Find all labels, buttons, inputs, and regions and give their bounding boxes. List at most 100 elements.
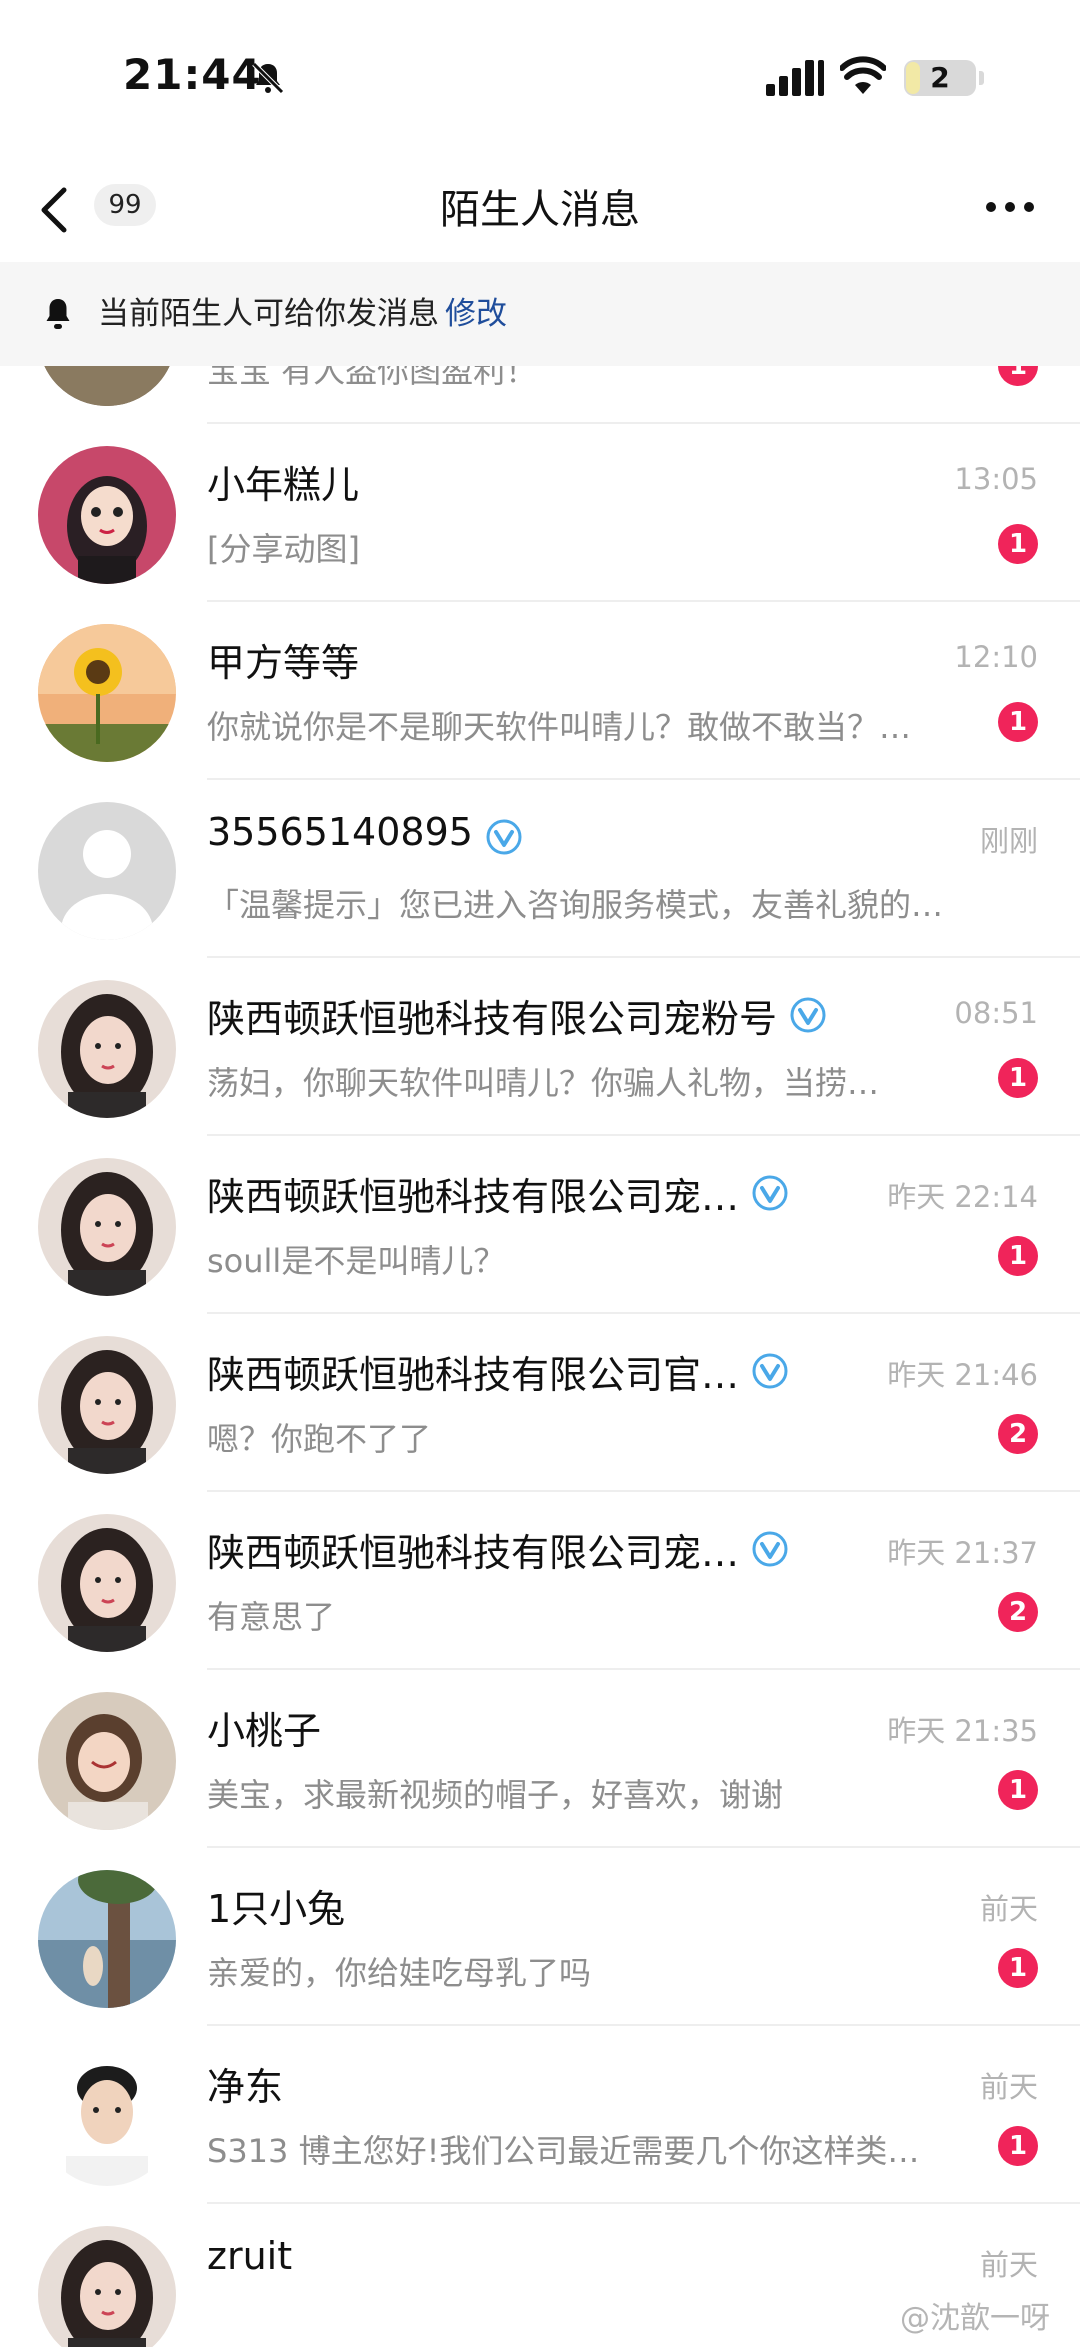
sunflower-avatar[interactable] (38, 624, 176, 762)
conversation-row[interactable]: 净东 前天 S313 博主您好!我们公司最近需要几个你这样类… 1 (0, 2028, 1080, 2204)
row-divider (207, 1134, 1080, 1136)
verified-icon (789, 996, 827, 1034)
conversation-preview: 荡妇，你聊天软件叫晴儿？你骗人礼物，当捞… (207, 1064, 880, 1102)
unread-badge: 1 (998, 1236, 1038, 1276)
unread-badge: 1 (998, 366, 1038, 386)
wifi-icon (840, 56, 886, 94)
unread-badge: 2 (998, 1414, 1038, 1454)
conversation-row[interactable]: 陕西顿跃恒驰科技有限公司宠… 昨天 21:37 有意思了 2 (0, 1494, 1080, 1670)
woman-photo-avatar[interactable] (38, 1336, 176, 1474)
conversation-name: 甲方等等 (207, 641, 360, 685)
watermark: @沈歆一呀 (900, 2301, 1050, 2336)
conversation-name: 1只小兔 (207, 1887, 346, 1931)
girl-photo-avatar[interactable] (38, 1692, 176, 1830)
conversation-time: 12:10 (954, 640, 1038, 674)
verified-icon (751, 1352, 789, 1390)
conversation-time: 昨天 21:35 (887, 1714, 1038, 1748)
unread-badge: 1 (998, 2126, 1038, 2166)
back-chevron-icon[interactable] (36, 186, 76, 234)
conversation-preview: [分享动图] (207, 530, 360, 568)
status-time: 21:44 (123, 50, 262, 99)
conversation-name: 35565140895 (207, 810, 473, 854)
lake-photo-avatar[interactable] (38, 1870, 176, 2008)
conversation-preview: 你就说你是不是聊天软件叫晴儿？敢做不敢当？… (207, 708, 912, 746)
unread-badge: 1 (998, 702, 1038, 742)
row-divider (207, 422, 1080, 424)
row-divider (207, 1490, 1080, 1492)
conversation-preview: soull是不是叫晴儿？ (207, 1242, 506, 1280)
woman-photo-avatar[interactable] (38, 1514, 176, 1652)
conversation-name: 陕西顿跃恒驰科技有限公司宠… (207, 1531, 740, 1575)
conversation-time: 昨天 21:37 (887, 1536, 1038, 1570)
bell-muted-icon (252, 62, 284, 94)
conversation-row[interactable]: 甲方等等 12:10 你就说你是不是聊天软件叫晴儿？敢做不敢当？… 1 (0, 604, 1080, 780)
conversation-preview: 嗯？你跑不了了 (207, 1420, 432, 1458)
default-user-avatar[interactable] (38, 802, 176, 940)
conversation-preview: 有意思了 (207, 1598, 336, 1636)
verified-icon (751, 1174, 789, 1212)
conversation-name: 净东 (207, 2065, 284, 2109)
row-divider (207, 600, 1080, 602)
stranger-notice-bar: 当前陌生人可给你发消息 修改 (0, 262, 1080, 366)
conversation-preview: 美宝，求最新视频的帽子，好喜欢，谢谢 (207, 1776, 784, 1814)
cartoon-girl-avatar[interactable] (38, 446, 176, 584)
conversation-row[interactable]: 1只小兔 前天亲爱的，你给娃吃母乳了吗 1 (0, 1850, 1080, 2026)
conversation-name: 陕西顿跃恒驰科技有限公司宠… (207, 1175, 740, 1219)
conversation-time: 08:51 (954, 996, 1038, 1030)
unread-badge: 1 (998, 1770, 1038, 1810)
row-divider (207, 1668, 1080, 1670)
row-divider (207, 956, 1080, 958)
conversation-time: 昨天 21:46 (887, 1358, 1038, 1392)
unread-badge: 2 (998, 1592, 1038, 1632)
woman-photo-avatar[interactable] (38, 2226, 176, 2347)
conversation-preview: 宝宝 有人盗你图盈利！ (207, 366, 538, 390)
verified-icon (751, 1530, 789, 1568)
battery-indicator: 2 (904, 60, 984, 96)
more-options-icon[interactable] (986, 202, 1034, 214)
row-divider (207, 1312, 1080, 1314)
row-divider (207, 1846, 1080, 1848)
unread-badge: 1 (998, 1948, 1038, 1988)
conversation-row[interactable]: 陕西顿跃恒驰科技有限公司宠粉号 08:51 荡妇，你聊天软件叫晴儿？你骗人礼物，当捞… (0, 960, 1080, 1136)
conversation-name: 陕西顿跃恒驰科技有限公司宠粉号 (207, 997, 778, 1041)
conversation-time: 前天 (979, 2248, 1038, 2282)
conversation-preview: S313 博主您好!我们公司最近需要几个你这样类… (207, 2132, 920, 2170)
row-divider (207, 778, 1080, 780)
notice-modify-link[interactable]: 修改 (445, 296, 507, 332)
conversation-name: zruit (207, 2234, 293, 2278)
conversation-time: 前天 (979, 2070, 1038, 2104)
conversation-row[interactable]: 陕西顿跃恒驰科技有限公司官… 昨天 21:46 嗯？你跑不了了 2 (0, 1316, 1080, 1492)
conversation-time: 前天 (979, 1892, 1038, 1926)
row-divider (207, 2024, 1080, 2026)
notice-text: 当前陌生人可给你发消息 (98, 296, 439, 332)
dog-photo-avatar[interactable] (38, 366, 176, 406)
page-title: 陌生人消息 (440, 187, 640, 233)
bell-icon (46, 299, 70, 329)
verified-icon (485, 818, 523, 856)
woman-photo-avatar[interactable] (38, 980, 176, 1118)
conversation-time: 昨天 22:14 (887, 1180, 1038, 1214)
conversation-list: 睡觉盖被踹13:58宝宝 有人盗你图盈利！1小年糕儿13:05[分享动图]1甲方… (0, 366, 1080, 2347)
conversation-row[interactable]: 小年糕儿 13:05 [分享动图] 1 (0, 426, 1080, 602)
cellular-signal-icon (766, 60, 824, 96)
row-divider (207, 2202, 1080, 2204)
conversation-row[interactable]: 35565140895 刚刚 「温馨提示」您已进入咨询服务模式，友善礼貌的咨询… (0, 782, 1080, 958)
conversation-name: 小桃子 (207, 1709, 322, 1753)
man-photo-avatar[interactable] (38, 2048, 176, 2186)
conversation-name: 小年糕儿 (207, 463, 360, 507)
unread-badge: 1 (998, 524, 1038, 564)
conversation-name: 陕西顿跃恒驰科技有限公司官… (207, 1353, 740, 1397)
status-bar: 21:44 2 (0, 0, 1080, 160)
conversation-row[interactable]: 小桃子 昨天 21:35 美宝，求最新视频的帽子，好喜欢，谢谢 1 (0, 1672, 1080, 1848)
back-unread-count[interactable]: 99 (94, 184, 156, 226)
conversation-preview: 亲爱的，你给娃吃母乳了吗 (207, 1954, 592, 1992)
conversation-time: 13:05 (954, 462, 1038, 496)
conversation-row[interactable]: 睡觉盖被踹13:58宝宝 有人盗你图盈利！1 (0, 366, 1080, 424)
conversation-row[interactable]: 陕西顿跃恒驰科技有限公司宠… 昨天 22:14 soull是不是叫晴儿？ 1 (0, 1138, 1080, 1314)
conversation-preview: 「温馨提示」您已进入咨询服务模式，友善礼貌的咨询… (207, 886, 959, 924)
woman-photo-avatar[interactable] (38, 1158, 176, 1296)
battery-percent: 2 (930, 61, 950, 94)
conversation-time: 刚刚 (979, 824, 1038, 858)
unread-badge: 1 (998, 1058, 1038, 1098)
nav-bar: 陌生人消息 99 (0, 160, 1080, 260)
